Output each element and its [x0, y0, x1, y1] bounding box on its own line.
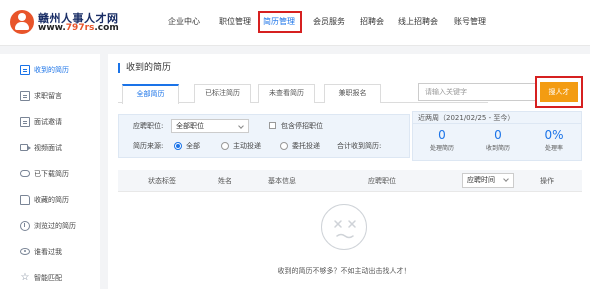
nav-job-fair[interactable]: 招聘会: [360, 16, 384, 28]
chevron-down-icon: [503, 176, 509, 182]
logo-person-icon: [10, 10, 34, 34]
stat-value: 0%: [544, 128, 564, 142]
sidebar-item-label: 已下载简历: [34, 170, 69, 178]
source-entrusted-radio[interactable]: [280, 142, 288, 150]
nav-account-management[interactable]: 账号管理: [454, 16, 486, 28]
star-icon: ☆: [20, 272, 30, 283]
nav-online-job-fair[interactable]: 线上招聘会: [398, 16, 438, 28]
empty-face-icon: [321, 204, 367, 250]
tab-all-resumes[interactable]: 全部简历: [122, 84, 179, 104]
sidebar-item-smart-match[interactable]: ☆ 智能匹配: [0, 268, 100, 288]
top-header: 赣州人事人才网 www.797rs.com 企业中心 职位管理 简历管理 会员服…: [0, 0, 590, 46]
sort-time-select[interactable]: 应聘时间: [462, 173, 514, 188]
tab-marked-resumes[interactable]: 已标注简历: [194, 84, 251, 103]
sidebar: 收到的简历 求职留言 面试邀请 视频面试 已下载简历 收藏的简历 浏览过的简历 …: [0, 54, 100, 289]
stats-period: 近两周（2021/02/25 - 至今）: [413, 112, 581, 124]
sidebar-item-label: 收藏的简历: [34, 196, 69, 204]
source-active-radio[interactable]: [221, 142, 229, 150]
button-highlight-box: [535, 76, 583, 108]
sidebar-item-label: 浏览过的简历: [34, 222, 76, 230]
history-icon: [20, 221, 30, 231]
filter-panel: 应聘职位: 全部职位 包含停招职位 简历来源: 全部 主动投递 委托投递 合计收…: [118, 114, 410, 158]
stat-value: 0: [438, 128, 446, 142]
column-status-tag: 状态标签: [148, 177, 176, 185]
nav-highlight-box: [258, 11, 302, 33]
sidebar-item-who-viewed-me[interactable]: 谁看过我: [0, 242, 100, 262]
folder-icon: [20, 195, 30, 205]
source-all-label: 全部: [186, 142, 200, 150]
include-closed-checkbox[interactable]: [269, 122, 276, 129]
stat-received: 0 收到简历: [473, 128, 523, 154]
include-closed-label: 包含停招职位: [281, 122, 323, 130]
message-icon: [20, 91, 30, 101]
total-received-label: 合计收到简历:: [337, 142, 382, 150]
video-icon: [20, 144, 31, 151]
stats-panel: 近两周（2021/02/25 - 至今） 0 处理简历 0 收到简历 0% 处理…: [412, 111, 582, 161]
sidebar-item-label: 智能匹配: [34, 274, 62, 282]
stat-label: 收到简历: [485, 145, 510, 152]
sidebar-item-label: 求职留言: [34, 92, 62, 100]
sidebar-item-downloaded-resumes[interactable]: 已下载简历: [0, 164, 100, 184]
sidebar-item-interview-invites[interactable]: 面试邀请: [0, 112, 100, 132]
source-filter-label: 简历来源:: [133, 142, 164, 150]
position-filter-label: 应聘职位:: [133, 122, 164, 130]
column-applied-position: 应聘职位: [368, 177, 396, 185]
source-all-radio[interactable]: [174, 142, 182, 150]
source-entrusted-label: 委托投递: [292, 142, 320, 150]
stat-processed: 0 处理简历: [417, 128, 467, 154]
empty-state-text: 收到的简历不够多？不如主动出击找人才！: [277, 267, 411, 275]
column-actions: 操作: [540, 177, 554, 185]
cloud-download-icon: [20, 170, 30, 177]
sidebar-item-viewed-resumes[interactable]: 浏览过的简历: [0, 216, 100, 236]
table-header: 状态标签 姓名 基本信息 应聘职位 应聘时间 操作: [118, 170, 582, 192]
sidebar-item-label: 视频面试: [34, 144, 62, 152]
sidebar-item-label: 谁看过我: [34, 248, 62, 256]
site-logo[interactable]: 赣州人事人才网 www.797rs.com: [10, 9, 128, 37]
document-icon: [20, 65, 30, 75]
logo-url: www.797rs.com: [38, 23, 119, 33]
nav-member-service[interactable]: 会员服务: [313, 16, 345, 28]
chevron-down-icon: [238, 123, 244, 129]
sidebar-item-messages[interactable]: 求职留言: [0, 86, 100, 106]
stat-rate: 0% 处理率: [529, 128, 579, 154]
stat-value: 0: [494, 128, 502, 142]
page-title: 收到的简历: [118, 63, 171, 73]
tab-part-time-signup[interactable]: 兼职报名: [324, 84, 381, 103]
sidebar-item-video-interview[interactable]: 视频面试: [0, 138, 100, 158]
stat-label: 处理简历: [429, 145, 454, 152]
search-input[interactable]: 请输入关键字: [418, 83, 536, 101]
stat-label: 处理率: [544, 145, 563, 152]
nav-enterprise-center[interactable]: 企业中心: [168, 16, 200, 28]
column-basic-info: 基本信息: [268, 177, 296, 185]
source-active-label: 主动投递: [233, 142, 261, 150]
sidebar-item-label: 面试邀请: [34, 118, 62, 126]
eye-icon: [20, 248, 30, 255]
sidebar-item-favorite-resumes[interactable]: 收藏的简历: [0, 190, 100, 210]
column-name: 姓名: [218, 177, 232, 185]
sidebar-item-received-resumes[interactable]: 收到的简历: [0, 60, 100, 80]
position-select[interactable]: 全部职位: [171, 119, 249, 133]
sidebar-item-label: 收到的简历: [34, 66, 69, 74]
main-panel: 收到的简历 全部简历 已标注简历 未查看简历 兼职报名 请输入关键字 搜人才 应…: [108, 54, 590, 289]
tab-unviewed-resumes[interactable]: 未查看简历: [258, 84, 315, 103]
nav-job-management[interactable]: 职位管理: [219, 16, 251, 28]
invitation-icon: [20, 117, 30, 127]
